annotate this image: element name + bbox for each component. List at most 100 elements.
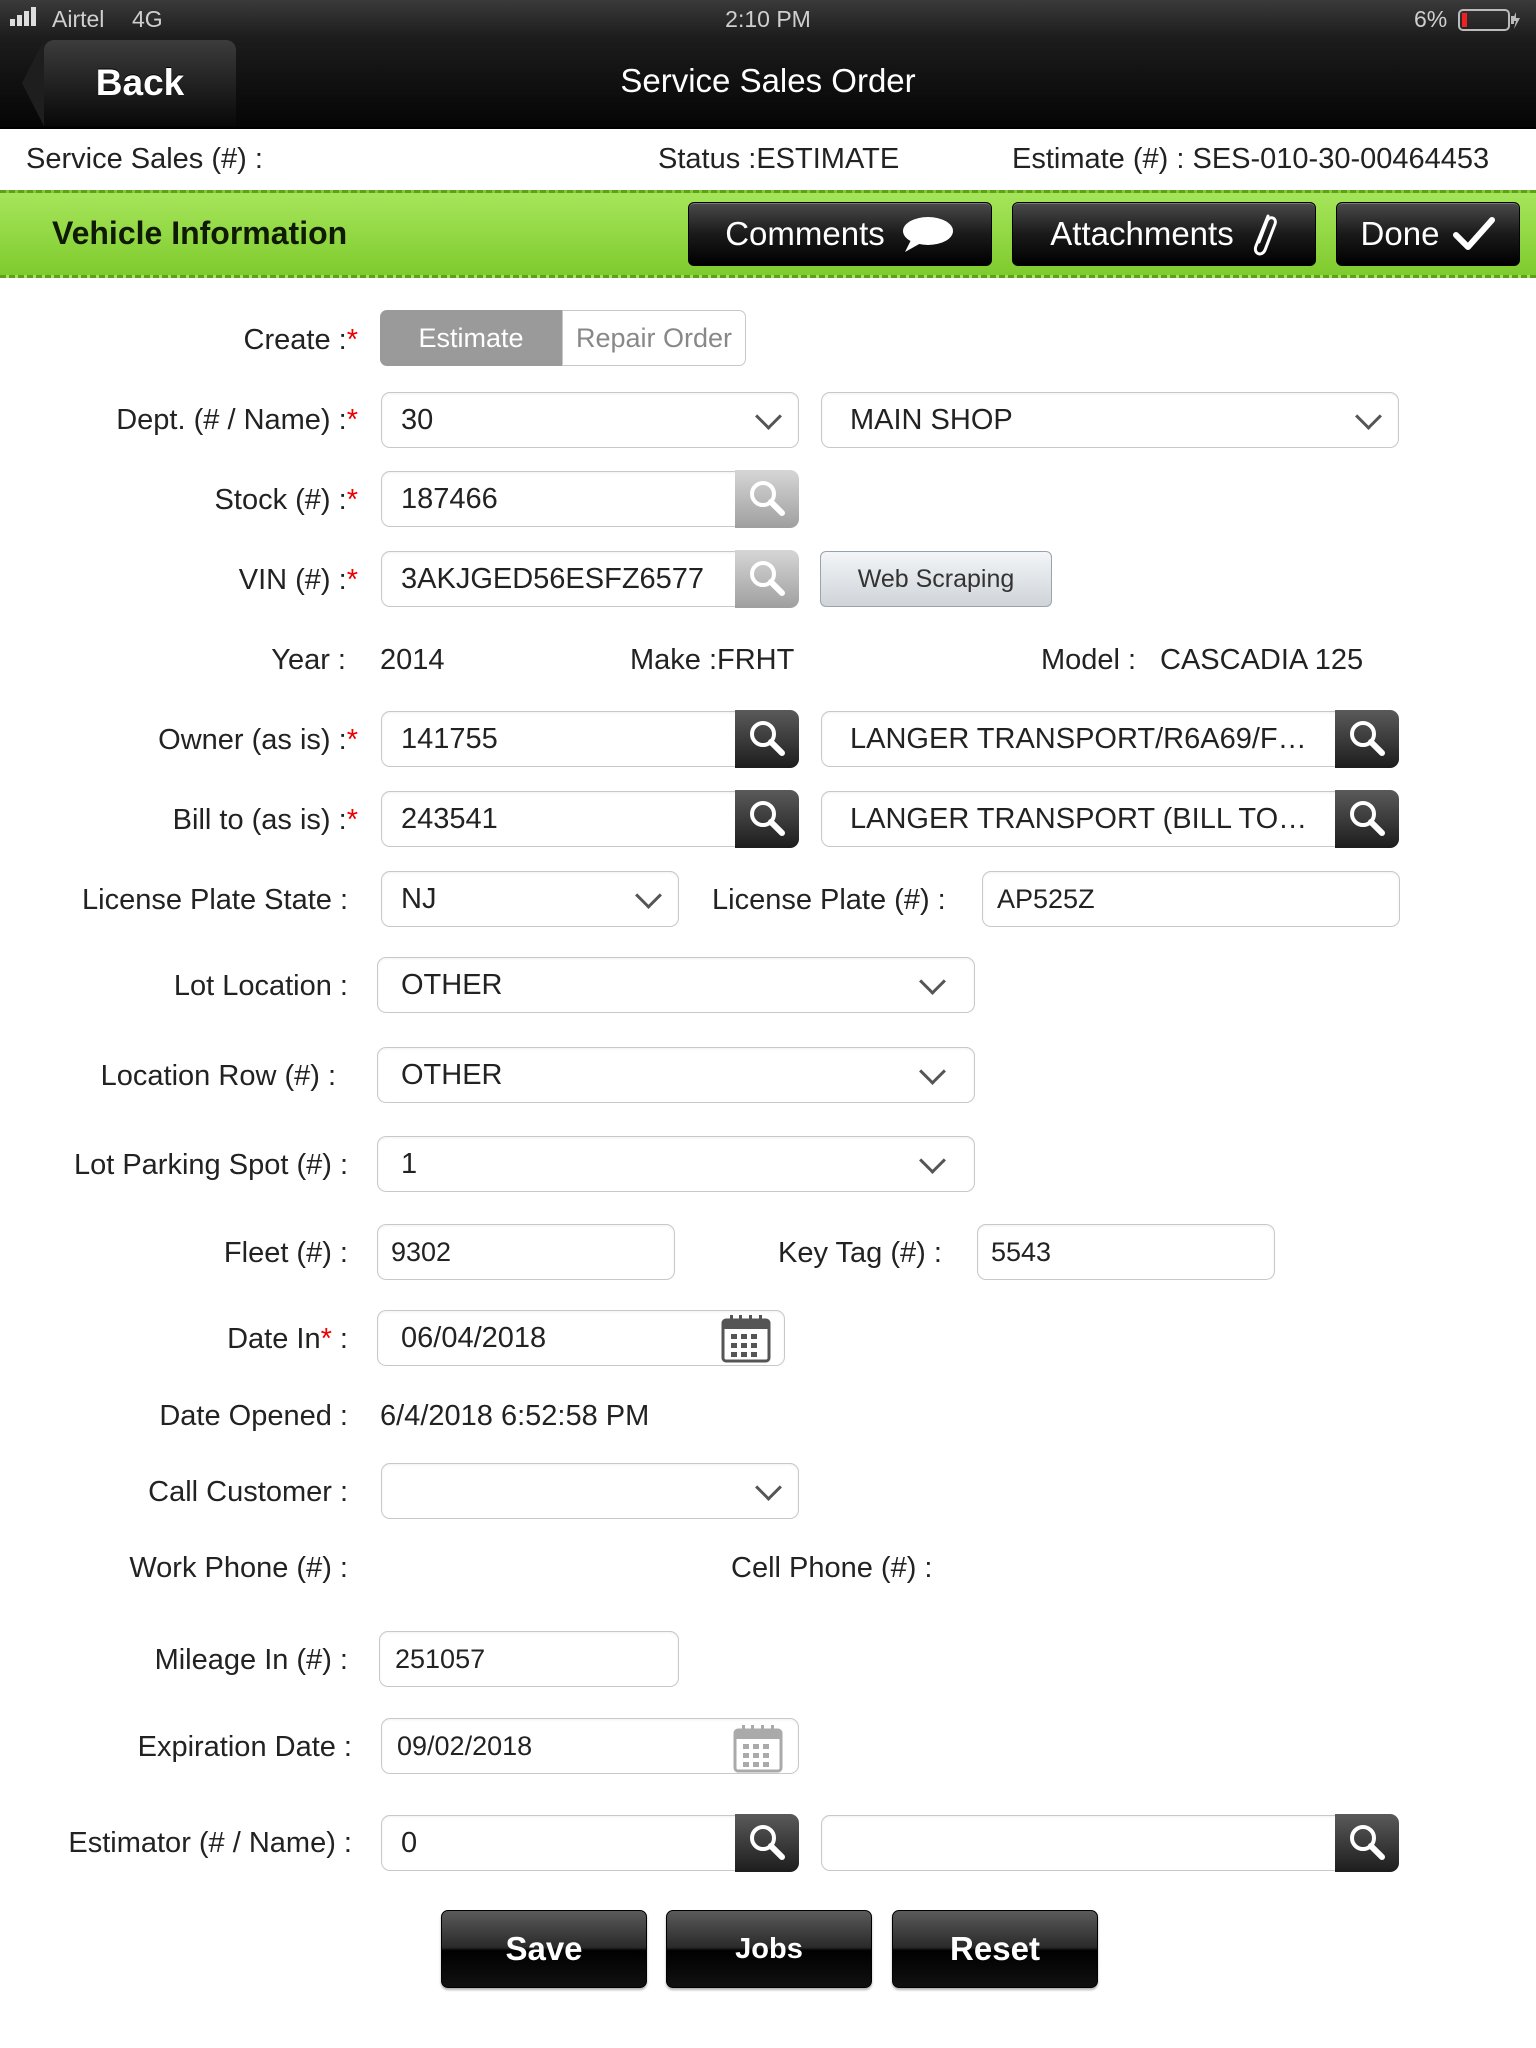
chevron-down-icon [1355,403,1382,430]
calendar-icon[interactable] [732,1722,784,1774]
comments-label: Comments [725,215,885,252]
create-label: Create :* [243,324,358,356]
plate-label: License Plate (#) : [712,884,946,916]
expiration-value: 09/02/2018 [397,1730,533,1761]
battery-percent: 6% [1414,6,1448,32]
search-icon [1350,801,1385,836]
parking-spot-value: 1 [401,1147,418,1180]
estimator-label: Estimator (# / Name) : [68,1827,352,1859]
search-icon [750,801,785,836]
plate-state-label: License Plate State : [82,884,348,916]
billto-number-search-button[interactable] [735,790,799,848]
create-repair-order-option[interactable]: Repair Order [562,310,746,366]
fleet-value: 9302 [391,1236,452,1267]
owner-name-search-button[interactable] [1335,710,1399,768]
call-customer-select[interactable] [381,1463,799,1519]
attachments-button[interactable]: Attachments [1012,202,1316,266]
estimate-number-text: Estimate (#) : SES-010-30-00464453 [1012,143,1490,175]
plate-state-value: NJ [401,882,437,915]
save-button[interactable]: Save [441,1910,647,1988]
date-opened-value: 6/4/2018 6:52:58 PM [380,1400,650,1432]
model-value: CASCADIA 125 [1160,644,1364,676]
expiration-label: Expiration Date : [137,1731,352,1763]
year-label: Year : [271,644,346,676]
top-bar: Airtel 4G 2:10 PM 6% Back Service Sales … [0,0,1536,129]
keytag-value: 5543 [991,1236,1052,1267]
estimator-name-input[interactable] [821,1815,1399,1871]
parking-spot-select[interactable]: 1 [377,1136,975,1192]
chevron-down-icon [755,403,782,430]
dept-number-value: 30 [401,403,434,436]
dept-name-select[interactable]: MAIN SHOP [821,392,1399,448]
jobs-button[interactable]: Jobs [666,1910,872,1988]
estimator-number-value: 0 [401,1826,418,1859]
stock-value: 187466 [401,482,498,515]
search-icon [750,721,785,756]
plate-input[interactable]: AP525Z [982,871,1400,927]
checkmark-icon [1453,217,1496,250]
plate-state-select[interactable]: NJ [381,871,679,927]
billto-name-input[interactable]: LANGER TRANSPORT (BILL TO… [821,791,1399,847]
search-icon [750,481,785,516]
lot-location-label: Lot Location : [173,970,348,1002]
plate-value: AP525Z [997,883,1095,914]
make-text: Make :FRHT [630,644,795,676]
search-icon [1350,721,1385,756]
dept-name-value: MAIN SHOP [850,403,1013,436]
dept-number-select[interactable]: 30 [381,392,799,448]
speech-bubble-icon [902,217,953,252]
keytag-input[interactable]: 5543 [977,1224,1275,1280]
page-title: Service Sales Order [620,62,916,99]
call-customer-label: Call Customer : [148,1476,348,1508]
paperclip-icon [1253,214,1277,256]
owner-name-value: LANGER TRANSPORT/R6A69/F… [850,722,1307,755]
comments-button[interactable]: Comments [688,202,992,266]
parking-spot-label: Lot Parking Spot (#) : [73,1149,348,1181]
owner-number-value: 141755 [401,722,498,755]
vin-label: VIN (#) :* [238,564,358,596]
vin-value: 3AKJGED56ESFZ6577 [401,562,705,595]
reset-button[interactable]: Reset [892,1910,1098,1988]
chevron-down-icon [919,1058,946,1085]
date-in-label: Date In* : [227,1323,348,1355]
section-title: Vehicle Information [52,215,348,251]
chevron-down-icon [635,882,662,909]
lot-location-select[interactable]: OTHER [377,957,975,1013]
chevron-down-icon [919,968,946,995]
mileage-value: 251057 [395,1643,486,1674]
service-sales-number-label: Service Sales (#) : [26,143,263,175]
owner-name-input[interactable]: LANGER TRANSPORT/R6A69/F… [821,711,1399,767]
date-opened-label: Date Opened : [159,1400,348,1432]
status-text: Status :ESTIMATE [658,143,900,175]
fleet-label: Fleet (#) : [223,1237,348,1269]
date-in-value: 06/04/2018 [401,1321,547,1354]
stock-label: Stock (#) :* [214,484,358,516]
search-icon [750,1825,785,1860]
done-button[interactable]: Done [1336,202,1520,266]
chevron-down-icon [919,1147,946,1174]
stock-search-button[interactable] [735,470,799,528]
chevron-down-icon [755,1474,782,1501]
estimator-name-search-button[interactable] [1335,1814,1399,1872]
mileage-input[interactable]: 251057 [379,1631,679,1687]
attachments-label: Attachments [1050,215,1234,252]
web-scraping-button[interactable]: Web Scraping [820,551,1052,607]
fleet-input[interactable]: 9302 [377,1224,675,1280]
billto-name-search-button[interactable] [1335,790,1399,848]
dept-label: Dept. (# / Name) :* [116,404,358,436]
calendar-icon[interactable] [720,1312,772,1364]
done-label: Done [1360,215,1440,252]
owner-number-search-button[interactable] [735,710,799,768]
cell-phone-label: Cell Phone (#) : [731,1552,933,1584]
work-phone-label: Work Phone (#) : [129,1552,348,1584]
lot-location-value: OTHER [401,968,503,1001]
location-row-value: OTHER [401,1058,503,1091]
billto-name-value: LANGER TRANSPORT (BILL TO… [850,802,1308,835]
estimator-number-search-button[interactable] [735,1814,799,1872]
vin-search-button[interactable] [735,550,799,608]
create-estimate-option[interactable]: Estimate [380,310,562,366]
location-row-select[interactable]: OTHER [377,1047,975,1103]
search-icon [750,561,785,596]
search-icon [1350,1825,1385,1860]
billto-number-value: 243541 [401,802,498,835]
